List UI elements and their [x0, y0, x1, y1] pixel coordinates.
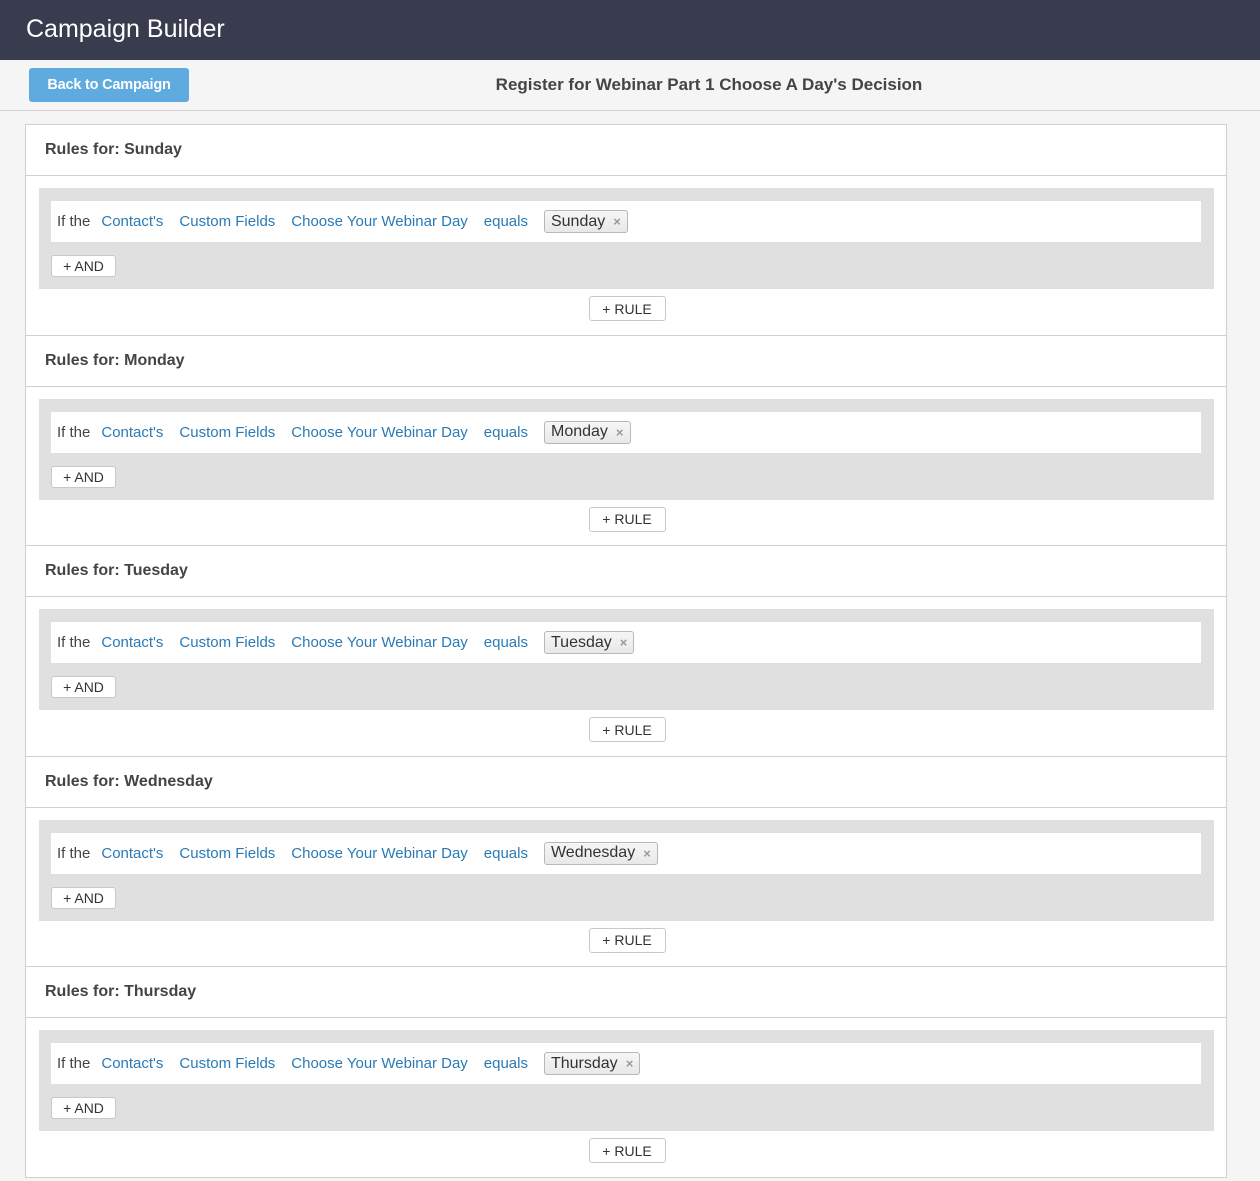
remove-tag-icon[interactable]: × — [643, 846, 651, 861]
value-tag[interactable]: Monday × — [543, 420, 631, 444]
rule-group: If the Contact's Custom Fields Choose Yo… — [39, 188, 1214, 289]
rule-button-row: + RULE — [26, 296, 1226, 321]
add-rule-button[interactable]: + RULE — [588, 717, 666, 742]
subject-selector[interactable]: Contact's — [101, 845, 163, 862]
section-header: Rules for: Thursday — [26, 967, 1226, 1018]
section-header: Rules for: Tuesday — [26, 546, 1226, 597]
value-tag-label: Sunday — [550, 212, 606, 230]
field-selector[interactable]: Choose Your Webinar Day — [291, 213, 468, 230]
add-and-button[interactable]: + AND — [51, 465, 116, 488]
rule-group: If the Contact's Custom Fields Choose Yo… — [39, 1030, 1214, 1131]
decision-toolbar: Back to Campaign Register for Webinar Pa… — [0, 60, 1260, 111]
rule-group: If the Contact's Custom Fields Choose Yo… — [39, 398, 1214, 500]
rules-section: Rules for: Wednesday If the Contact's Cu… — [26, 757, 1226, 967]
value-tag[interactable]: Sunday × — [543, 210, 628, 233]
rules-section: Rules for: Sunday If the Contact's Custo… — [26, 125, 1226, 336]
field-selector[interactable]: Choose Your Webinar Day — [291, 845, 468, 862]
rule-prefix: If the — [57, 634, 91, 651]
category-selector[interactable]: Custom Fields — [179, 424, 275, 441]
rule-group: If the Contact's Custom Fields Choose Yo… — [39, 819, 1214, 921]
rule-prefix: If the — [57, 213, 91, 230]
rule-condition: If the Contact's Custom Fields Choose Yo… — [51, 1043, 1201, 1084]
operator-selector[interactable]: equals — [484, 634, 528, 651]
operator-selector[interactable]: equals — [484, 424, 528, 441]
rule-prefix: If the — [57, 1055, 91, 1072]
category-selector[interactable]: Custom Fields — [179, 1055, 275, 1072]
value-tag[interactable]: Thursday × — [543, 1052, 641, 1075]
value-tag[interactable]: Wednesday × — [543, 841, 658, 865]
rule-condition: If the Contact's Custom Fields Choose Yo… — [51, 832, 1201, 874]
subject-selector[interactable]: Contact's — [101, 213, 163, 230]
rule-button-row: + RULE — [26, 717, 1226, 742]
value-tag-label: Monday — [550, 423, 608, 440]
rules-container: Rules for: Sunday If the Contact's Custo… — [25, 124, 1227, 1178]
rule-button-row: + RULE — [26, 1138, 1226, 1163]
section-header: Rules for: Wednesday — [26, 757, 1226, 808]
rule-button-row: + RULE — [26, 927, 1226, 953]
decision-title: Register for Webinar Part 1 Choose A Day… — [495, 75, 923, 94]
remove-tag-icon[interactable]: × — [616, 425, 624, 440]
add-rule-button[interactable]: + RULE — [588, 506, 666, 532]
rules-section: Rules for: Thursday If the Contact's Cus… — [26, 967, 1226, 1178]
subject-selector[interactable]: Contact's — [101, 424, 163, 441]
value-tag-label: Wednesday — [550, 844, 636, 861]
add-and-button[interactable]: + AND — [51, 886, 116, 909]
rule-prefix: If the — [57, 423, 91, 441]
operator-selector[interactable]: equals — [484, 845, 528, 862]
field-selector[interactable]: Choose Your Webinar Day — [291, 424, 468, 441]
value-tag-label: Thursday — [550, 1054, 618, 1072]
add-and-button[interactable]: + AND — [51, 255, 116, 277]
rule-condition: If the Contact's Custom Fields Choose Yo… — [51, 201, 1201, 242]
subject-selector[interactable]: Contact's — [101, 1055, 163, 1072]
category-selector[interactable]: Custom Fields — [179, 634, 275, 651]
value-tag[interactable]: Tuesday × — [543, 631, 635, 654]
category-selector[interactable]: Custom Fields — [179, 845, 275, 862]
category-selector[interactable]: Custom Fields — [179, 213, 275, 230]
field-selector[interactable]: Choose Your Webinar Day — [291, 1055, 468, 1072]
add-rule-button[interactable]: + RULE — [588, 296, 666, 321]
subject-selector[interactable]: Contact's — [101, 634, 163, 651]
section-header: Rules for: Sunday — [26, 125, 1226, 176]
section-header: Rules for: Monday — [26, 336, 1226, 387]
rule-prefix: If the — [57, 844, 91, 862]
add-rule-button[interactable]: + RULE — [588, 927, 666, 953]
remove-tag-icon[interactable]: × — [613, 214, 621, 229]
rules-section: Rules for: Monday If the Contact's Custo… — [26, 336, 1226, 546]
value-tag-label: Tuesday — [550, 633, 612, 651]
add-and-button[interactable]: + AND — [51, 676, 116, 698]
operator-selector[interactable]: equals — [484, 1055, 528, 1072]
field-selector[interactable]: Choose Your Webinar Day — [291, 634, 468, 651]
app-header: Campaign Builder — [0, 0, 1260, 60]
remove-tag-icon[interactable]: × — [626, 1056, 634, 1071]
add-rule-button[interactable]: + RULE — [588, 1138, 666, 1163]
operator-selector[interactable]: equals — [484, 213, 528, 230]
app-title: Campaign Builder — [26, 15, 225, 43]
remove-tag-icon[interactable]: × — [620, 635, 628, 650]
rule-condition: If the Contact's Custom Fields Choose Yo… — [51, 622, 1201, 663]
rule-condition: If the Contact's Custom Fields Choose Yo… — [51, 411, 1201, 453]
rule-button-row: + RULE — [26, 506, 1226, 532]
add-and-button[interactable]: + AND — [51, 1097, 116, 1119]
rule-group: If the Contact's Custom Fields Choose Yo… — [39, 609, 1214, 710]
rules-section: Rules for: Tuesday If the Contact's Cust… — [26, 546, 1226, 757]
